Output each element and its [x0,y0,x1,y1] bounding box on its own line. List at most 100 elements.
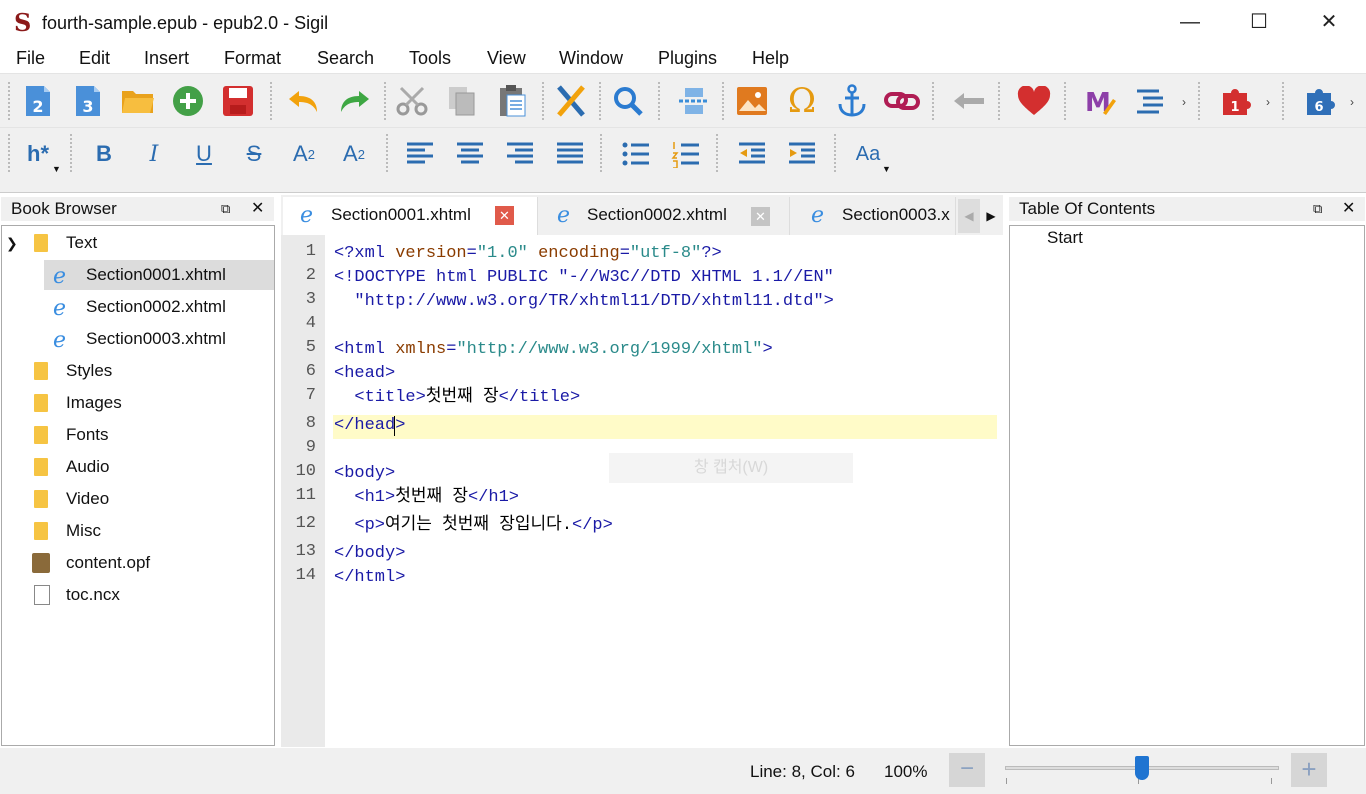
tree-folder-fonts[interactable]: Fonts [2,420,274,450]
zoom-out-button[interactable]: − [949,753,985,787]
tab-scroll-left-icon[interactable]: ◀ [958,199,980,233]
italic-button[interactable]: I [134,134,174,174]
menu-tools[interactable]: Tools [409,48,451,69]
bold-button[interactable]: B [84,134,124,174]
float-icon[interactable]: ⧉ [221,197,230,221]
tree-folder-audio[interactable]: Audio [2,452,274,482]
toolbar-spacer [0,179,1366,193]
html-file-icon: e [53,264,66,286]
find-icon[interactable] [608,81,648,121]
close-icon[interactable]: ✕ [1342,197,1355,221]
zoom-slider-handle[interactable] [1135,756,1149,780]
metadata-icon[interactable]: M [1080,81,1120,121]
tree-folder-misc[interactable]: Misc [2,516,274,546]
folder-icon [34,522,48,540]
tree-file-section0003[interactable]: e Section0003.xhtml [44,324,274,354]
main-toolbar: 2 3 Ω M › 1 › 6 › [0,73,1366,127]
special-char-icon[interactable]: Ω [782,81,822,121]
menu-format[interactable]: Format [224,48,281,69]
menu-edit[interactable]: Edit [79,48,110,69]
chevron-down-icon[interactable]: ❯ [6,228,18,258]
svg-text:e: e [811,203,824,225]
toc-icon[interactable] [1130,81,1170,121]
toolbar-overflow-icon[interactable]: › [1350,95,1354,109]
tree-folder-text[interactable]: ❯ Text [2,228,274,258]
code-token: <body> [334,464,396,483]
tab-close-icon[interactable]: ✕ [495,206,514,225]
close-button[interactable]: ✕ [1306,4,1352,40]
minimize-button[interactable]: — [1167,4,1213,40]
menu-search[interactable]: Search [317,48,374,69]
align-justify-icon[interactable] [550,134,590,174]
numbered-list-icon[interactable] [666,134,706,174]
superscript-button[interactable]: A2 [334,134,374,174]
redo-icon[interactable] [334,81,374,121]
line-number: 10 [295,462,316,481]
superscript-label: A [343,141,358,166]
line-number: 4 [305,314,316,333]
maximize-button[interactable]: ☐ [1236,4,1282,40]
indent-icon[interactable] [782,134,822,174]
tree-label: Images [66,393,122,412]
bullet-list-icon[interactable] [616,134,656,174]
menu-file[interactable]: File [16,48,45,69]
cut-icon[interactable] [392,81,432,121]
outdent-icon[interactable] [732,134,772,174]
tab-close-icon[interactable]: ✕ [751,207,770,226]
plugin-6-icon[interactable]: 6 [1300,81,1340,121]
tree-folder-images[interactable]: Images [2,388,274,418]
tree-file-section0002[interactable]: e Section0002.xhtml [44,292,274,322]
tree-file-content-opf[interactable]: content.opf [2,548,274,578]
zoom-in-button[interactable]: + [1291,753,1327,787]
menu-view[interactable]: View [487,48,526,69]
toolbar-grip [8,82,10,120]
align-right-icon[interactable] [500,134,540,174]
toolbar-separator [658,82,660,120]
menu-plugins[interactable]: Plugins [658,48,717,69]
new-html-icon[interactable]: 2 [18,81,58,121]
strikethrough-button[interactable]: S [234,134,274,174]
copy-icon[interactable] [442,81,482,121]
add-existing-icon[interactable]: 3 [68,81,108,121]
tab-scroll-right-icon[interactable]: ▶ [980,199,1002,233]
insert-image-icon[interactable] [732,81,772,121]
svg-text:2: 2 [32,97,43,116]
toolbar-overflow-icon[interactable]: › [1266,95,1270,109]
float-icon[interactable]: ⧉ [1313,197,1322,221]
save-icon[interactable] [218,81,258,121]
tab-section0001[interactable]: e Section0001.xhtml ✕ [283,197,538,235]
check-icon[interactable] [551,81,591,121]
align-left-icon[interactable] [400,134,440,174]
paste-icon[interactable] [492,81,532,121]
html-file-icon: e [300,203,313,225]
tree-folder-styles[interactable]: Styles [2,356,274,386]
link-icon[interactable] [882,81,922,121]
tab-section0002[interactable]: e Section0002.xhtml ✕ [540,197,790,235]
subscript-button[interactable]: A2 [284,134,324,174]
underline-button[interactable]: U [184,134,224,174]
menu-help[interactable]: Help [752,48,789,69]
tree-file-toc-ncx[interactable]: toc.ncx [2,580,274,610]
insert-file-icon[interactable] [674,81,714,121]
menu-window[interactable]: Window [559,48,623,69]
tree-folder-video[interactable]: Video [2,484,274,514]
toc-item[interactable]: Start [1047,228,1083,248]
align-center-icon[interactable] [450,134,490,174]
tree-file-section0001[interactable]: e Section0001.xhtml [44,260,274,290]
tab-label: Section0002.xhtml [587,205,727,224]
menu-insert[interactable]: Insert [144,48,189,69]
toolbar-overflow-icon[interactable]: › [1182,95,1186,109]
book-browser-title: Book Browser [11,199,117,218]
donate-icon[interactable] [1014,81,1054,121]
plugin-1-icon[interactable]: 1 [1216,81,1256,121]
anchor-icon[interactable] [832,81,872,121]
undo-icon[interactable] [284,81,324,121]
close-icon[interactable]: ✕ [251,197,264,221]
back-icon[interactable] [949,81,989,121]
tab-section0003[interactable]: e Section0003.x [792,197,956,235]
superscript-mark: 2 [357,146,365,162]
code-token: = [466,244,477,263]
open-icon[interactable] [118,81,158,121]
add-icon[interactable] [168,81,208,121]
code-token: <title> [334,388,426,407]
